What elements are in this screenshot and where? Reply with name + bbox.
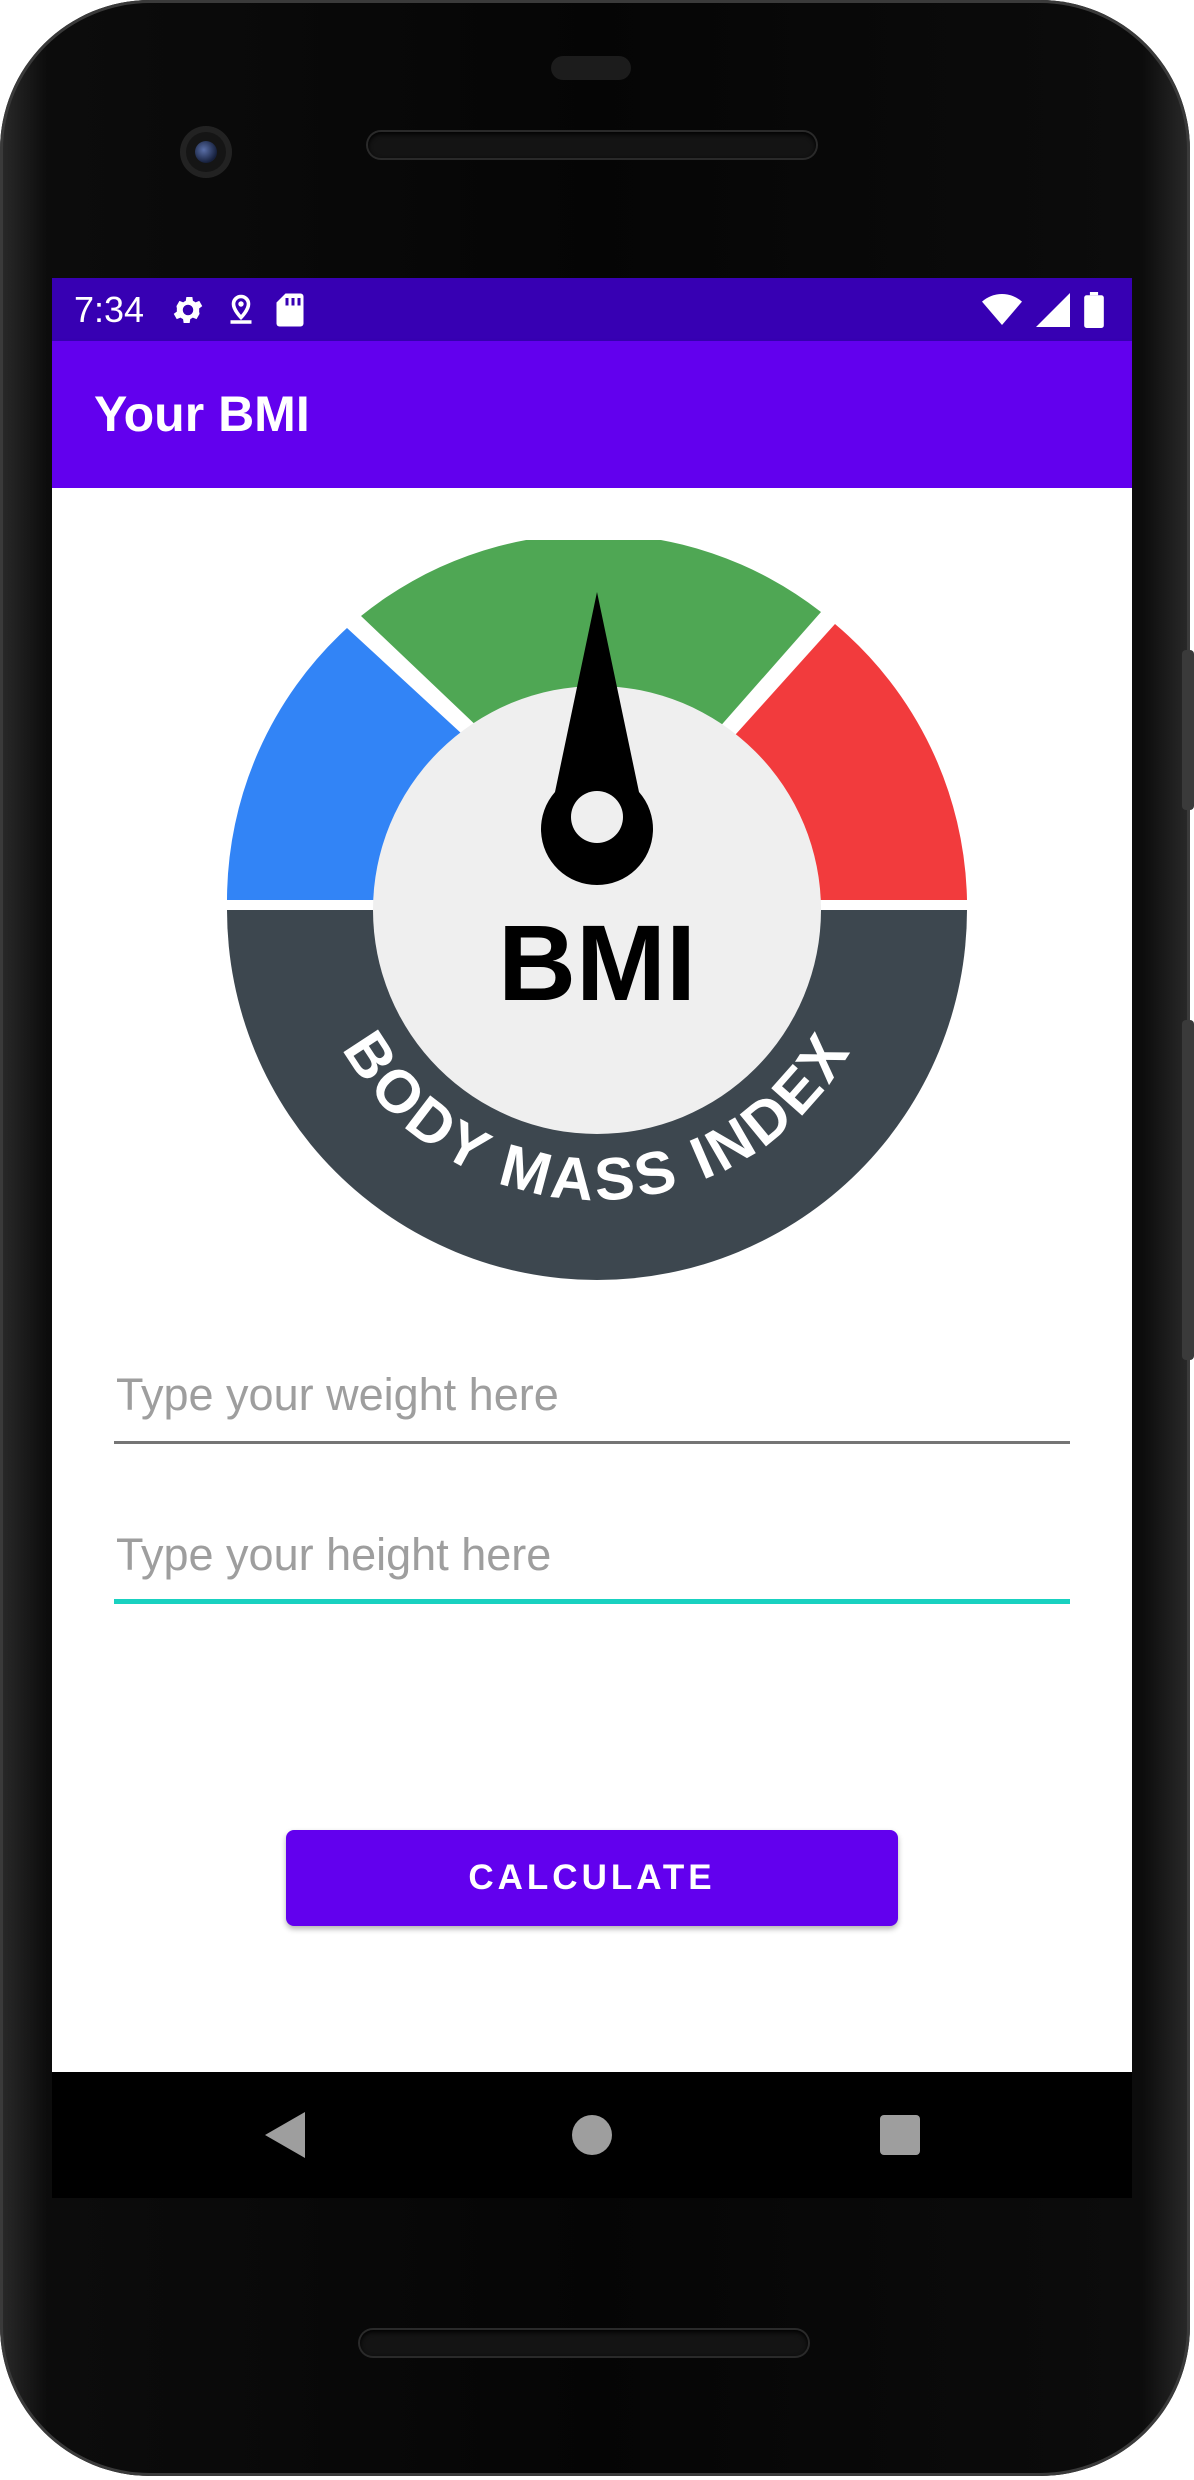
settings-icon xyxy=(170,292,206,328)
battery-icon xyxy=(1084,292,1104,328)
weight-field xyxy=(114,1354,1070,1444)
location-pin-icon xyxy=(226,292,256,328)
weight-input[interactable] xyxy=(114,1354,1070,1436)
bottom-speaker xyxy=(360,2330,808,2356)
power-button[interactable] xyxy=(1182,650,1194,810)
sd-card-icon xyxy=(276,292,304,328)
height-field xyxy=(114,1514,1070,1604)
screen: 7:34 Your BMI BMI BODY MASS INDEX Type y… xyxy=(52,278,1132,2072)
wifi-icon xyxy=(982,293,1022,327)
logo-center-text: BMI xyxy=(498,902,696,1023)
height-input[interactable] xyxy=(114,1514,1070,1596)
recents-icon[interactable] xyxy=(867,2102,933,2168)
calculate-button[interactable]: CALCULATE xyxy=(286,1830,898,1926)
volume-button[interactable] xyxy=(1182,1020,1194,1360)
back-icon[interactable] xyxy=(252,2102,318,2168)
weight-underline xyxy=(114,1441,1070,1444)
earpiece xyxy=(551,56,631,80)
navigation-bar xyxy=(52,2072,1132,2198)
app-title: Your BMI xyxy=(94,386,310,442)
front-camera xyxy=(180,126,232,178)
home-icon[interactable] xyxy=(559,2102,625,2168)
bmi-logo: BMI BODY MASS INDEX xyxy=(227,540,967,1280)
status-bar: 7:34 xyxy=(52,278,1132,341)
status-time: 7:34 xyxy=(74,289,145,330)
app-bar: Your BMI xyxy=(52,341,1132,488)
cell-signal-icon xyxy=(1036,293,1070,327)
height-underline xyxy=(114,1599,1070,1604)
needle-hub xyxy=(571,791,623,843)
main-content: BMI BODY MASS INDEX CALCULATE xyxy=(52,488,1132,2072)
top-speaker xyxy=(368,132,816,158)
